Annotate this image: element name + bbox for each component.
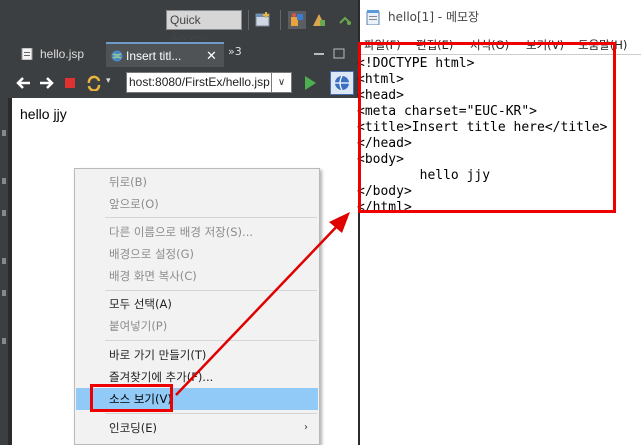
annotation-arrow [175,212,350,396]
